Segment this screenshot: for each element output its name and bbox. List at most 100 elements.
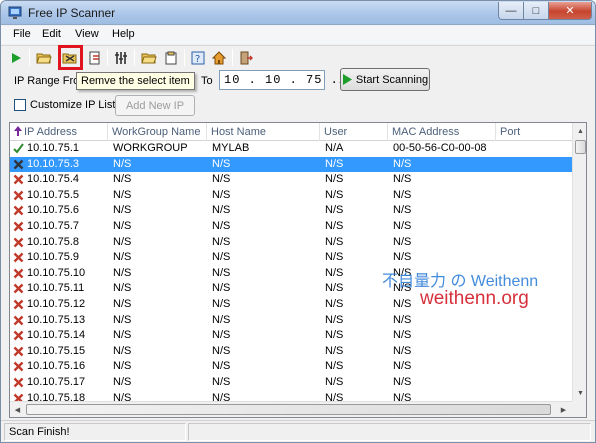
help-tool-button[interactable]: ? [188, 48, 208, 68]
scroll-left-icon[interactable]: ◀ [10, 402, 25, 417]
add-new-ip-button[interactable]: Add New IP [115, 95, 195, 116]
cell-user: N/S [325, 204, 344, 217]
cell-host: N/S [212, 173, 231, 186]
clipboard-tool-button[interactable] [161, 48, 181, 68]
cell-mac: N/S [393, 235, 412, 248]
menu-view[interactable]: View [75, 28, 99, 40]
vertical-scroll-thumb[interactable] [575, 140, 586, 154]
cell-ip: 10.10.75.13 [27, 313, 86, 326]
cell-user: N/S [325, 251, 344, 264]
open-tool-button[interactable] [34, 48, 54, 68]
close-icon: ✕ [565, 5, 575, 17]
cell-ip: 10.10.75.9 [27, 251, 79, 264]
cell-workgroup: N/S [113, 204, 132, 217]
folder-tool-button[interactable] [139, 48, 159, 68]
x-mark-icon [13, 174, 24, 185]
column-header-user[interactable]: User [320, 123, 388, 141]
scroll-right-icon[interactable]: ▶ [556, 402, 571, 417]
cell-workgroup: N/S [113, 282, 132, 295]
toolbar-separator [184, 49, 185, 66]
tools-tool-button[interactable] [111, 48, 131, 68]
cell-user: N/A [325, 142, 344, 154]
table-row[interactable]: 10.10.75.5 N/S N/S N/S N/S [10, 188, 572, 204]
table-row[interactable]: 10.10.75.4 N/S N/S N/S N/S [10, 172, 572, 188]
column-header-mac-address[interactable]: MAC Address [388, 123, 496, 141]
vertical-scrollbar[interactable]: ▲ ▼ [572, 123, 586, 401]
cell-ip: 10.10.75.16 [27, 360, 86, 373]
cell-host: N/S [212, 204, 231, 217]
start-scanning-button[interactable]: Start Scanning [340, 68, 430, 91]
menu-help[interactable]: Help [112, 28, 135, 40]
x-mark-icon [13, 221, 24, 232]
table-row[interactable]: 10.10.75.8 N/S N/S N/S N/S [10, 235, 572, 251]
cell-workgroup: N/S [113, 298, 132, 310]
cell-host: N/S [212, 188, 231, 201]
cell-mac: N/S [393, 157, 412, 170]
cell-workgroup: N/S [113, 235, 132, 248]
app-window: Free IP Scanner — □ ✕ File Edit View Hel… [0, 0, 596, 443]
x-mark-icon [13, 346, 24, 357]
close-button[interactable]: ✕ [549, 2, 592, 20]
cell-workgroup: N/S [113, 266, 132, 279]
table-row[interactable]: 10.10.75.1 WORKGROUP MYLAB N/A 00-50-56-C0-0… [10, 141, 572, 157]
cell-ip: 10.10.75.14 [27, 329, 86, 342]
cell-mac: N/S [393, 204, 412, 217]
cell-workgroup: N/S [113, 220, 132, 232]
cell-host: N/S [212, 282, 231, 295]
cell-user: N/S [325, 266, 344, 279]
maximize-button[interactable]: □ [524, 2, 549, 20]
table-row[interactable]: 10.10.75.15 N/S N/S N/S N/S [10, 344, 572, 360]
table-row[interactable]: 10.10.75.7 N/S N/S N/S N/S [10, 219, 572, 235]
table-row[interactable]: 10.10.75.3 N/S N/S N/S N/S [10, 156, 572, 173]
export-icon [89, 51, 100, 65]
ip-to-input[interactable]: 10 . 10 . 75 .255 [219, 70, 362, 90]
cell-workgroup: N/S [113, 376, 132, 388]
horizontal-scrollbar[interactable]: ◀ ▶ [10, 401, 572, 417]
toolbar-separator [107, 49, 108, 66]
cell-host: N/S [212, 329, 231, 342]
list-header: IP Address WorkGroup Name Host Name User… [10, 123, 572, 141]
home-tool-button[interactable] [209, 48, 229, 68]
cell-mac: N/S [393, 251, 412, 264]
table-row[interactable]: 10.10.75.9 N/S N/S N/S N/S [10, 250, 572, 266]
cell-mac: N/S [393, 344, 412, 357]
table-row[interactable]: 10.10.75.6 N/S N/S N/S N/S [10, 203, 572, 219]
x-mark-icon [13, 190, 24, 201]
cell-mac: N/S [393, 329, 412, 342]
scroll-down-icon[interactable]: ▼ [573, 385, 586, 401]
maximize-icon: □ [532, 4, 540, 17]
cell-workgroup: N/S [113, 157, 132, 170]
horizontal-scroll-thumb[interactable] [26, 404, 551, 415]
customize-ip-checkbox[interactable] [14, 99, 26, 111]
minimize-button[interactable]: — [498, 2, 524, 20]
cell-host: N/S [212, 298, 231, 310]
export-tool-button[interactable] [85, 48, 105, 68]
table-row[interactable]: 10.10.75.17 N/S N/S N/S N/S [10, 375, 572, 391]
ip-range-label: IP Range Fro [14, 75, 80, 87]
column-header-ip-address[interactable]: IP Address [10, 123, 108, 141]
table-row[interactable]: 10.10.75.13 N/S N/S N/S N/S [10, 313, 572, 329]
column-header-host-name[interactable]: Host Name [207, 123, 320, 141]
column-header-workgroup[interactable]: WorkGroup Name [108, 123, 207, 141]
menu-edit[interactable]: Edit [42, 28, 61, 40]
exit-tool-button[interactable] [236, 48, 256, 68]
cell-user: N/S [325, 282, 344, 295]
to-label: To [201, 75, 213, 87]
start-scan-tool-button[interactable] [6, 48, 26, 68]
cell-workgroup: WORKGROUP [113, 142, 188, 154]
cell-host: N/S [212, 266, 231, 279]
cell-ip: 10.10.75.6 [27, 204, 79, 217]
status-text: Scan Finish! [4, 423, 186, 441]
scroll-up-icon[interactable]: ▲ [573, 123, 586, 139]
toolbar-separator [232, 49, 233, 66]
table-row[interactable]: 10.10.75.16 N/S N/S N/S N/S [10, 359, 572, 375]
x-mark-icon [13, 159, 24, 169]
column-header-label: IP Address [24, 126, 77, 138]
cell-ip: 10.10.75.12 [27, 298, 86, 310]
table-row[interactable]: 10.10.75.14 N/S N/S N/S N/S [10, 328, 572, 344]
cell-user: N/S [325, 157, 344, 170]
cell-user: N/S [325, 235, 344, 248]
cell-ip: 10.10.75.1 [27, 142, 79, 154]
menu-file[interactable]: File [13, 28, 31, 40]
column-header-port[interactable]: Port [496, 123, 572, 141]
